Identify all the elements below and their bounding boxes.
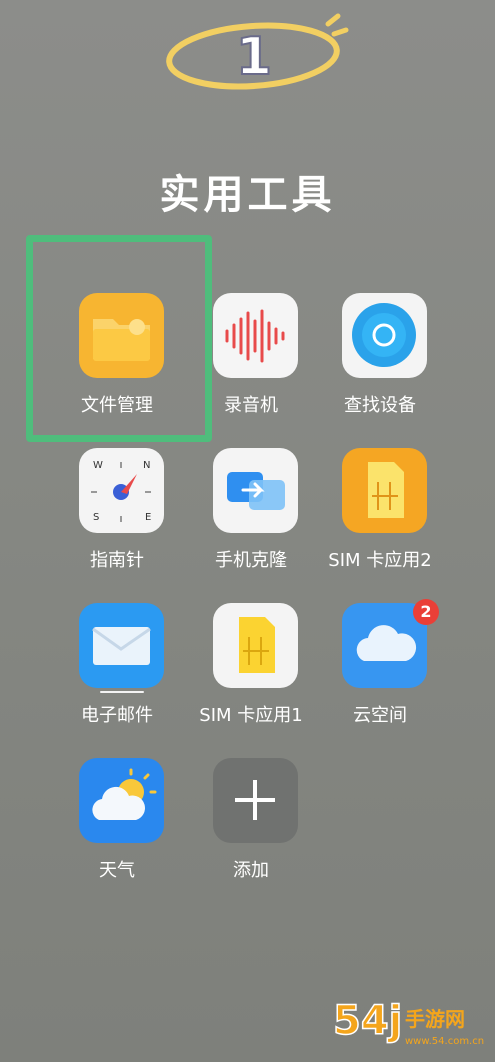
svg-text:54j: 54j: [333, 998, 402, 1044]
add-app-button[interactable]: 添加: [176, 758, 326, 893]
svg-text:手游网: 手游网: [405, 1007, 465, 1031]
svg-text:W: W: [93, 460, 103, 471]
add-icon: [213, 758, 298, 843]
recorder-icon: [213, 293, 298, 378]
app-label: SIM 卡应用2: [328, 550, 432, 571]
compass-icon: W N S E: [79, 448, 164, 533]
notification-badge: 2: [413, 599, 439, 625]
app-label: 云空间: [353, 705, 407, 726]
find-device-icon: [342, 293, 427, 378]
email-underline: [100, 691, 144, 693]
svg-text:E: E: [145, 512, 151, 523]
app-label: 查找设备: [344, 395, 416, 416]
app-cloud[interactable]: 2 云空间: [305, 599, 455, 738]
file-manager-icon: [79, 293, 164, 378]
app-weather[interactable]: 天气: [42, 758, 192, 893]
annotation-number-marker: 1: [160, 2, 350, 106]
app-compass[interactable]: WN SE 指南针: [42, 448, 192, 583]
phone-clone-icon: [213, 448, 298, 533]
app-sim-card-2[interactable]: SIM 卡应用2: [305, 448, 455, 583]
svg-text:S: S: [93, 512, 99, 523]
app-find-device[interactable]: 查找设备: [305, 293, 455, 428]
svg-text:N: N: [143, 460, 150, 471]
svg-text:www.54.com.cn: www.54.com.cn: [405, 1036, 484, 1047]
email-icon: [79, 603, 164, 688]
app-label: 添加: [233, 860, 269, 881]
watermark-logo: 54j 手游网 www.54.com.cn: [331, 992, 491, 1056]
folder-title: 实用工具: [159, 172, 336, 218]
sim-card-icon: [213, 603, 298, 688]
weather-icon: [79, 758, 164, 843]
app-file-manager[interactable]: 文件管理: [42, 293, 192, 428]
app-email[interactable]: 电子邮件: [42, 603, 192, 738]
sim-card-icon: [342, 448, 427, 533]
annotation-number: 1: [236, 27, 272, 87]
